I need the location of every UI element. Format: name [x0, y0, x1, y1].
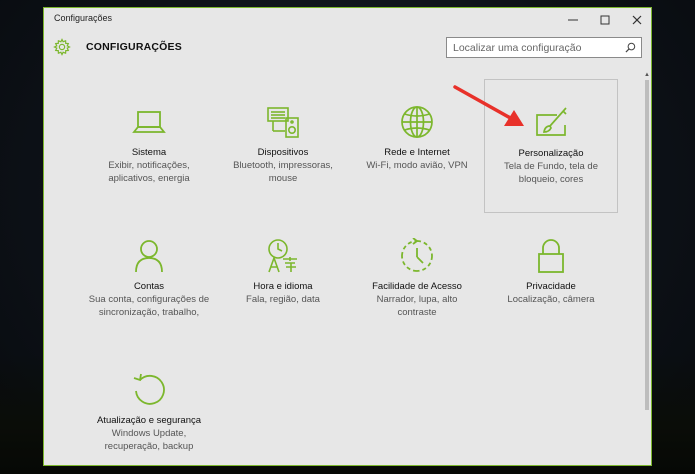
minimize-button[interactable]: [557, 8, 589, 32]
accessibility-icon: [399, 238, 435, 274]
tile-hora-e-idioma[interactable]: Hora e idioma Fala, região, data: [216, 213, 350, 347]
search-input[interactable]: [447, 38, 625, 57]
scroll-up-icon[interactable]: ▲: [644, 72, 650, 78]
tile-privacidade[interactable]: Privacidade Localização, câmera: [484, 213, 618, 347]
tile-sistema[interactable]: Sistema Exibir, notificações, aplicativo…: [82, 79, 216, 213]
red-arrow-annotation: [452, 84, 532, 134]
tile-name: Privacidade: [484, 280, 618, 293]
tile-contas[interactable]: Contas Sua conta, configurações de sincr…: [82, 213, 216, 347]
close-button[interactable]: [621, 8, 652, 32]
tile-description: Tela de Fundo, tela de bloqueio, cores: [491, 160, 611, 186]
settings-window: Configurações CONFIGURAÇÕES: [43, 7, 652, 466]
devices-icon: [265, 104, 301, 140]
tile-description: Wi-Fi, modo avião, VPN: [356, 159, 478, 172]
globe-icon: [399, 104, 435, 140]
maximize-button[interactable]: [589, 8, 621, 32]
tile-dispositivos[interactable]: Dispositivos Bluetooth, impressoras, mou…: [216, 79, 350, 213]
search-box[interactable]: [446, 37, 642, 58]
scrollbar[interactable]: ▲: [643, 72, 651, 465]
laptop-icon: [131, 104, 167, 140]
time-language-icon: [265, 238, 301, 274]
page-title: CONFIGURAÇÕES: [86, 41, 182, 53]
tile-name: Facilidade de Acesso: [350, 280, 484, 293]
tile-name: Contas: [82, 280, 216, 293]
tile-description: Localização, câmera: [490, 293, 612, 306]
paint-brush-icon: [533, 105, 569, 141]
person-icon: [131, 238, 167, 274]
gear-icon: [53, 38, 71, 56]
tile-name: Atualização e segurança: [82, 414, 216, 427]
tile-description: Fala, região, data: [222, 293, 344, 306]
tile-description: Sua conta, configurações de sincronizaçã…: [88, 293, 210, 319]
tile-description: Exibir, notificações, aplicativos, energ…: [88, 159, 210, 185]
search-icon[interactable]: [625, 42, 636, 53]
tile-name: Personalização: [485, 147, 617, 160]
tile-description: Bluetooth, impressoras, mouse: [222, 159, 344, 185]
tile-name: Hora e idioma: [216, 280, 350, 293]
page-header: CONFIGURAÇÕES: [44, 32, 651, 72]
title-bar: Configurações: [44, 8, 651, 32]
tile-atualizacao-e-seguranca[interactable]: Atualização e segurança Windows Update, …: [82, 347, 216, 466]
lock-icon: [533, 238, 569, 274]
tile-name: Dispositivos: [216, 146, 350, 159]
tile-description: Narrador, lupa, alto contraste: [356, 293, 478, 319]
update-icon: [131, 372, 167, 408]
tile-facilidade-de-acesso[interactable]: Facilidade de Acesso Narrador, lupa, alt…: [350, 213, 484, 347]
tile-description: Windows Update, recuperação, backup: [88, 427, 210, 453]
tile-name: Sistema: [82, 146, 216, 159]
scroll-thumb[interactable]: [645, 80, 649, 410]
maximize-icon: [600, 15, 610, 25]
close-icon: [632, 15, 642, 25]
tile-name: Rede e Internet: [350, 146, 484, 159]
window-title: Configurações: [54, 13, 112, 23]
minimize-icon: [568, 15, 578, 25]
